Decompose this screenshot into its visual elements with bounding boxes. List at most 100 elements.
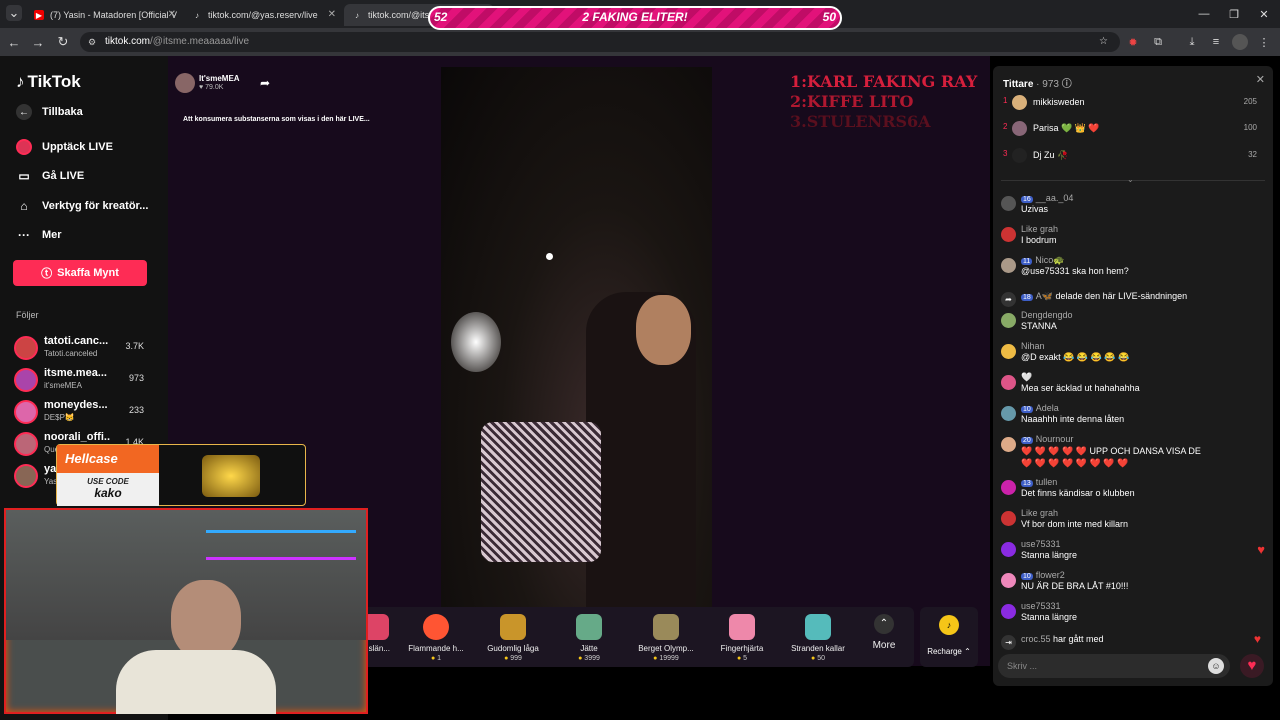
close-icon[interactable]: ✕ [1256,73,1265,86]
gift-item[interactable]: Berget Olymp... ● 19999 [632,614,700,662]
close-window-icon[interactable]: ✕ [1256,6,1272,22]
chevron-up-icon: ⌃ [874,614,894,634]
tab-youtube[interactable]: ▶ (7) Yasin - Matadoren [Official V ✕ [26,4,182,26]
live-video[interactable] [441,67,712,607]
avatar [1001,604,1016,619]
gift-item[interactable]: Flammande h... ● 1 [402,614,470,662]
gift-item[interactable]: Stranden kallar ● 50 [784,614,852,662]
avatar [1001,437,1016,452]
gift-name: Fingerhjärta [720,644,764,653]
host-name[interactable]: It'smeMEA [199,74,240,83]
following-item[interactable]: itsme.mea... it'smeMEA 973 [14,365,154,393]
minimize-icon[interactable]: — [1196,6,1212,22]
chevron-down-icon[interactable]: ⌄ [1127,175,1134,184]
extension-icon[interactable]: ✹ [1125,34,1141,50]
price-value: 3999 [584,655,600,662]
avatar [1001,258,1016,273]
recharge-button[interactable]: ♪ Recharge ⌃ [920,607,978,667]
chat-text: ❤️ ❤️ ❤️ ❤️ ❤️ UPP OCH DANSA VISA DE ❤️ … [1021,446,1201,468]
url-field[interactable]: ⚙ tiktok.com/@itsme.meaaaaa/live ☆ [80,32,1120,52]
tab-tiktok-yas[interactable]: ♪ tiktok.com/@yas.reserv/live ✕ [184,4,342,26]
back-nav-item[interactable]: ← Tillbaka [16,104,83,120]
gift-price: ● 5 [708,655,776,662]
streamer-shirt [116,650,276,714]
following-sub: it'smeMEA [44,381,82,390]
avatar [1001,542,1016,557]
ellipsis-icon: ··· [18,228,30,242]
following-item[interactable]: tatoti.canc... Tatoti.canceled 3.7K [14,333,154,361]
extensions-puzzle-icon[interactable]: ⧉ [1150,34,1166,50]
more-gifts-button[interactable]: ⌃ More [850,614,918,651]
moon-light [546,253,553,260]
stream-overlay-list: 1:KARL FAKING RAY 2:KIFFE LITO 3.STULENR… [790,72,977,132]
chat-text: I bodrum [1021,235,1057,245]
site-info-icon[interactable]: ⚙ [88,32,96,52]
avatar [1001,313,1016,328]
rank: 1 [1003,96,1008,105]
live-avatar-icon [16,139,32,155]
info-icon[interactable]: ⓘ [1062,79,1072,90]
top-viewer-row[interactable]: 2 Parisa 💚 👑 ❤️ 100 [1001,121,1265,140]
viewers-header[interactable]: Tittare · 973 ⓘ [1003,75,1072,90]
gift-item[interactable]: Fingerhjärta ● 5 [708,614,776,662]
download-icon[interactable]: ⤓ [1184,34,1200,50]
like-heart-button[interactable]: ♥ [1240,654,1264,678]
restore-icon[interactable]: ❐ [1226,6,1242,22]
back-icon[interactable]: ← [6,34,22,50]
avatar [1001,344,1016,359]
avatar [14,368,38,392]
emoji-icon[interactable]: ☺ [1208,658,1224,674]
following-sub: DE$P😸 [44,413,75,422]
nav-label: Upptäck LIVE [42,141,113,153]
following-name: moneydes... [44,399,108,411]
coin-icon: ♪ [939,615,959,635]
profile-avatar[interactable] [1232,34,1248,50]
chat-input[interactable]: Skriv ... ☺ [998,654,1230,678]
tiktok-icon: ♪ [195,10,199,20]
tiktok-logo[interactable]: ♪ TikTok [16,72,81,92]
back-label: Tillbaka [42,106,83,118]
top-viewer-row[interactable]: 3 Dj Zu 🥀 32 [1001,148,1265,167]
media-queue-icon[interactable]: ≡ [1208,34,1224,50]
chat-text: Det finns kändisar o klubben [1021,488,1135,498]
tab-search-icon[interactable]: ⌄ [6,5,22,21]
close-icon[interactable]: ✕ [168,9,176,20]
menu-kebab-icon[interactable]: ⋮ [1256,34,1272,50]
gift-price: ● 3999 [555,655,623,662]
nav-go-live[interactable]: ▭ Gå LIVE [16,168,84,184]
streamer-webcam [4,508,368,714]
reload-icon[interactable]: ↻ [55,34,71,50]
gift-name: Jätte [580,644,598,653]
close-icon[interactable]: ✕ [328,9,336,20]
following-item[interactable]: moneydes... DE$P😸 233 [14,397,154,425]
chat-panel: Tittare · 973 ⓘ ✕ 1 mikkisweden 205 2 Paris… [993,66,1273,686]
viewer-score: 32 [1248,150,1257,159]
nav-label: Mer [42,229,62,241]
chat-input-placeholder: Skriv ... [1007,661,1038,671]
forward-icon[interactable]: → [30,34,46,50]
chat-text: Vf bor dom inte med killarn [1021,519,1129,529]
viewer-count: 233 [128,405,144,415]
nav-more[interactable]: ··· Mer [16,227,62,243]
heart-icon: ♥ [1257,542,1265,557]
share-icon[interactable]: ➦ [260,76,270,90]
divine-flame-icon [500,614,526,640]
nav-creator-tools[interactable]: ⌂ Verktyg för kreatör... [16,198,148,214]
recharge-label: Recharge ⌃ [927,647,971,656]
gift-item[interactable]: Jätte ● 3999 [555,614,623,662]
video-camera-icon: ▭ [18,169,30,183]
top-viewer-row[interactable]: 1 mikkisweden 205 [1001,95,1265,114]
nav-discover-live[interactable]: Upptäck LIVE [16,139,113,155]
chat-user: croc.55 har gått med [1021,634,1104,644]
buy-coins-button[interactable]: ⓣ Skaffa Mynt [13,260,147,286]
host-avatar[interactable] [175,73,195,93]
chat-user: 13 tullen [1021,477,1057,487]
avatar [1012,95,1027,110]
username: flower2 [1035,570,1065,580]
neon-lights [206,530,356,560]
chat-user: 11 Nico🐢 [1021,255,1065,266]
gift-item[interactable]: Gudomlig låga ● 999 [479,614,547,662]
price-value: 1 [437,655,442,662]
overlay-line: 2:KIFFE LITO [790,92,914,111]
bookmark-star-icon[interactable]: ☆ [1099,32,1108,52]
